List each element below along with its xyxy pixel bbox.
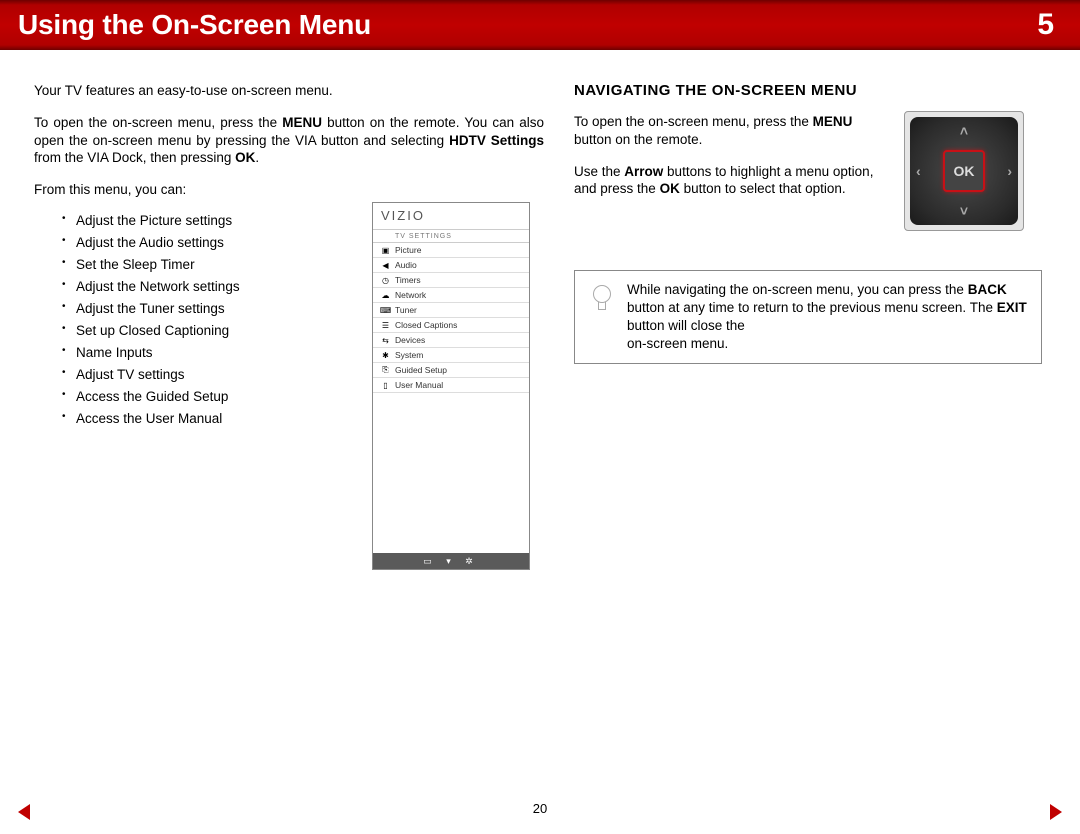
text-fragment: Use the [574,164,624,179]
bold-hdtv-settings: HDTV Settings [449,133,544,148]
network-icon: ☁ [381,291,390,300]
tip-box: While navigating the on-screen menu, you… [574,270,1042,363]
tv-brand-label: VIZIO [373,203,529,229]
chapter-number: 5 [1037,8,1054,42]
tv-menu-spacer [373,393,529,553]
text-fragment: To open the on-screen menu, press the [34,115,282,130]
tv-menu-row: ◷ Timers [373,273,529,288]
intro-text: Your TV features an easy-to-use on-scree… [34,82,544,100]
tv-menu-row: ☁ Network [373,288,529,303]
text-fragment: button to select that option. [680,181,846,196]
tv-menu-row: ▣ Picture [373,243,529,258]
tv-menu-row: ▯ User Manual [373,378,529,393]
tv-menu-row: ⎘ Guided Setup [373,363,529,378]
tv-menu-row: ⇆ Devices [373,333,529,348]
tv-menu-row: ✱ System [373,348,529,363]
text-fragment: button at any time to return to the prev… [627,300,997,315]
tv-menu-label: Devices [395,335,425,345]
remote-dpad-illustration: ˄ ˅ ‹ › OK [904,111,1024,231]
tv-menu-row: ⌨ Tuner [373,303,529,318]
tv-menu-row: ☰ Closed Captions [373,318,529,333]
bold-menu: MENU [813,114,853,129]
arrow-down-icon: ˅ [960,203,968,219]
section-heading: NAVIGATING THE ON-SCREEN MENU [574,82,1054,99]
right-column: NAVIGATING THE ON-SCREEN MENU To open th… [574,82,1054,433]
page-number: 20 [533,801,547,816]
text-fragment: button will close the [627,318,745,333]
tv-menu-row: ◀ Audio [373,258,529,273]
lightbulb-icon [587,285,617,329]
remote-pad: ˄ ˅ ‹ › OK [910,117,1018,225]
tuner-icon: ⌨ [381,306,390,315]
tv-menu-label: Timers [395,275,421,285]
page-title: Using the On-Screen Menu [18,9,371,41]
text-fragment: While navigating the on-screen menu, you… [627,282,968,297]
ok-button: OK [943,150,985,192]
tv-menu-label: Closed Captions [395,320,457,330]
bold-arrow: Arrow [624,164,663,179]
text-fragment: To open the on-screen menu, press the [574,114,813,129]
guided-setup-icon: ⎘ [381,366,390,375]
text-fragment: button on the remote. [574,132,702,147]
from-menu-label: From this menu, you can: [34,181,544,199]
content-area: Your TV features an easy-to-use on-scree… [0,50,1080,433]
manual-icon: ▯ [381,381,390,390]
system-icon: ✱ [381,351,390,360]
tv-menu-label: Picture [395,245,421,255]
tv-menu-label: Tuner [395,305,417,315]
open-menu-instructions: To open the on-screen menu, press the ME… [34,114,544,167]
arrow-left-icon: ‹ [916,163,921,179]
tv-menu-label: Guided Setup [395,365,447,375]
text-fragment: . [255,150,259,165]
tv-menu-label: Network [395,290,426,300]
left-column: Your TV features an easy-to-use on-scree… [34,82,544,433]
tv-menu-label: User Manual [395,380,443,390]
tv-menu-illustration: VIZIO TV SETTINGS ▣ Picture ◀ Audio ◷ Timer… [372,202,530,570]
picture-icon: ▣ [381,246,390,255]
tv-menu-footer: ▭ ▾ ✲ [373,553,529,569]
nav-p2: Use the Arrow buttons to highlight a men… [574,163,874,199]
text-fragment: on-screen menu. [627,336,728,351]
arrow-up-icon: ˄ [960,123,968,139]
chapter-header: Using the On-Screen Menu 5 [0,0,1080,50]
tv-menu-subtitle: TV SETTINGS [373,229,529,243]
tv-menu-label: Audio [395,260,417,270]
bold-ok: OK [660,181,680,196]
nav-p1: To open the on-screen menu, press the ME… [574,113,874,149]
bold-exit: EXIT [997,300,1027,315]
next-page-button[interactable] [1050,804,1062,820]
cc-icon: ☰ [381,321,390,330]
prev-page-button[interactable] [18,804,30,820]
bold-menu: MENU [282,115,322,130]
bold-ok: OK [235,150,255,165]
bold-back: BACK [968,282,1007,297]
timers-icon: ◷ [381,276,390,285]
arrow-right-icon: › [1007,163,1012,179]
audio-icon: ◀ [381,261,390,270]
text-fragment: from the VIA Dock, then pressing [34,150,235,165]
devices-icon: ⇆ [381,336,390,345]
tv-menu-label: System [395,350,423,360]
right-text-block: To open the on-screen menu, press the ME… [574,113,874,198]
